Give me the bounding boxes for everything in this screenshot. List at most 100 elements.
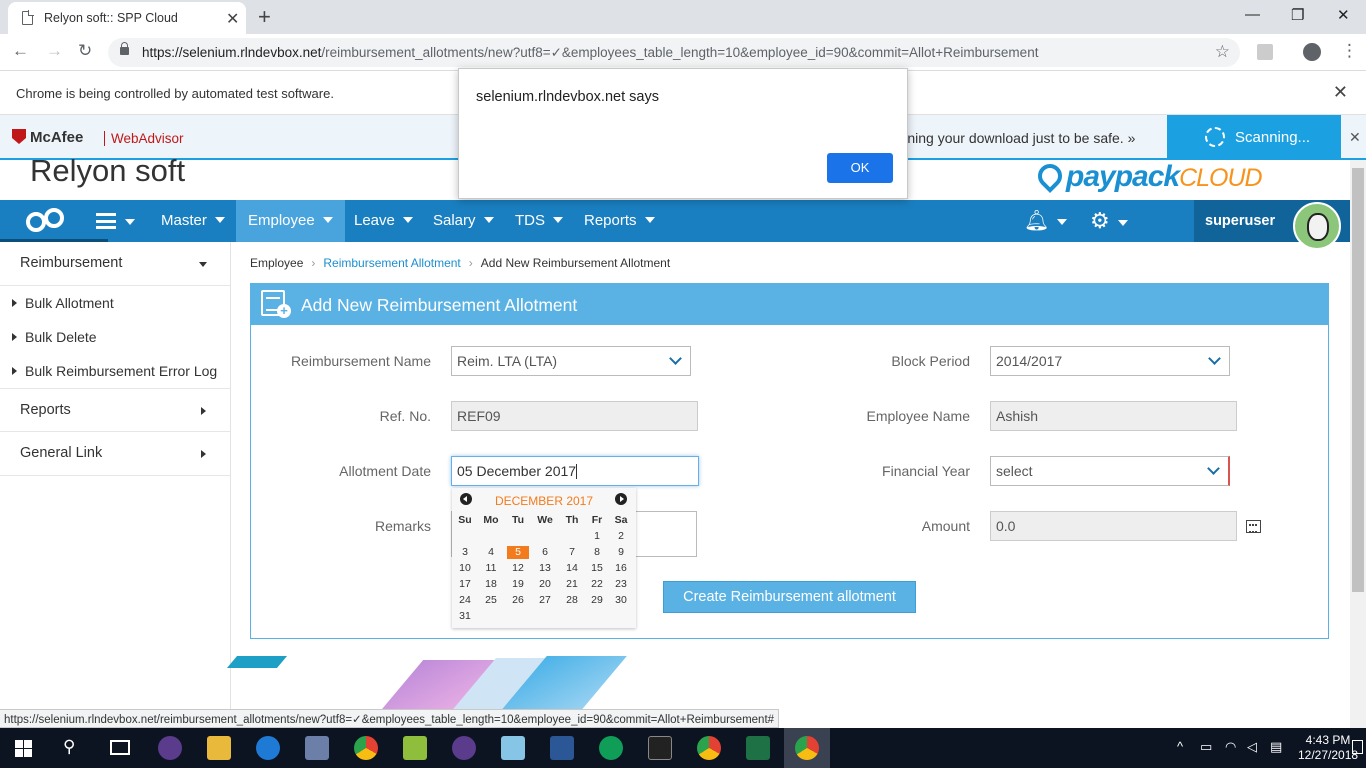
calculator-icon[interactable] (1246, 520, 1261, 533)
close-tab-icon[interactable]: ✕ (226, 9, 239, 29)
chrome-icon[interactable] (795, 736, 819, 760)
reload-icon[interactable]: ↻ (78, 41, 92, 61)
day-cell[interactable]: 1 (586, 530, 608, 543)
file-explorer-icon[interactable] (207, 736, 231, 760)
day-cell[interactable]: 16 (610, 562, 632, 575)
edge-icon[interactable] (256, 736, 280, 760)
page-scrollbar[interactable] (1350, 160, 1366, 728)
day-cell[interactable]: 30 (610, 594, 632, 607)
day-cell[interactable]: 20 (534, 578, 556, 591)
windows-start-icon[interactable] (15, 740, 32, 757)
financial-year-select[interactable]: select (990, 456, 1230, 486)
day-cell[interactable]: 23 (610, 578, 632, 591)
avatar[interactable] (1293, 202, 1341, 250)
day-cell[interactable]: 4 (480, 546, 502, 559)
minimize-icon[interactable]: — (1245, 6, 1260, 23)
day-cell[interactable]: 15 (586, 562, 608, 575)
day-cell[interactable]: 31 (454, 610, 476, 623)
notifications-bell-icon[interactable]: 🔔︎ (1018, 200, 1073, 242)
cmd-icon[interactable] (648, 736, 672, 760)
day-cell[interactable]: 8 (586, 546, 608, 559)
clock[interactable]: 4:43 PM 12/27/2018 (1298, 733, 1358, 763)
day-cell[interactable]: 18 (480, 578, 502, 591)
nav-tds[interactable]: TDS (509, 200, 569, 242)
sidebar-item-reports[interactable]: Reports (0, 388, 231, 432)
block-period-select[interactable]: 2014/2017 (990, 346, 1230, 376)
sidebar-item-general-link[interactable]: General Link (0, 432, 231, 476)
day-cell[interactable]: 21 (561, 578, 583, 591)
word-icon[interactable] (550, 736, 574, 760)
extension-icon[interactable] (1257, 44, 1273, 60)
window-close-icon[interactable]: ✕ (1337, 6, 1350, 24)
sidebar-item-bulk-allotment[interactable]: Bulk Allotment (12, 295, 114, 311)
forward-icon[interactable]: → (46, 41, 63, 61)
bookmark-star-icon[interactable]: ☆ (1215, 42, 1230, 62)
day-cell[interactable]: 22 (586, 578, 608, 591)
sidebar-item-bulk-delete[interactable]: Bulk Delete (12, 329, 97, 345)
create-reimbursement-allotment-button[interactable]: Create Reimbursement allotment (663, 581, 916, 613)
infobar-close-icon[interactable]: ✕ (1333, 82, 1348, 103)
next-month-icon[interactable] (615, 493, 627, 505)
eclipse-icon[interactable] (452, 736, 476, 760)
hamburger-menu-icon[interactable] (96, 213, 116, 229)
tray-chevron-up-icon[interactable]: ^ (1177, 739, 1183, 754)
day-cell[interactable]: 12 (507, 562, 529, 575)
hangouts-icon[interactable] (599, 736, 623, 760)
day-cell[interactable]: 2 (610, 530, 632, 543)
day-cell[interactable]: 28 (561, 594, 583, 607)
nav-reports[interactable]: Reports (578, 200, 661, 242)
settings-gear-icon[interactable]: ⚙ (1084, 200, 1134, 242)
battery-icon[interactable]: ▭ (1200, 739, 1212, 755)
day-cell[interactable]: 24 (454, 594, 476, 607)
notepad-plus-icon[interactable] (403, 736, 427, 760)
nav-employee[interactable]: Employee (236, 200, 345, 242)
menu-kebab-icon[interactable]: ⋮ (1341, 41, 1358, 61)
browser-tab[interactable]: Relyon soft:: SPP Cloud ✕ (8, 2, 246, 34)
new-tab-icon[interactable]: + (258, 4, 271, 30)
keyboard-icon[interactable]: ▤ (1270, 739, 1282, 755)
day-cell[interactable]: 5 (507, 546, 529, 559)
volume-icon[interactable]: ◁ (1247, 739, 1257, 755)
breadcrumb-reimbursement-allotment[interactable]: Reimbursement Allotment (323, 256, 460, 270)
day-cell[interactable]: 25 (480, 594, 502, 607)
day-cell[interactable]: 10 (454, 562, 476, 575)
day-cell[interactable]: 9 (610, 546, 632, 559)
allotment-date-field[interactable]: 05 December 2017 (451, 456, 699, 486)
day-cell[interactable]: 14 (561, 562, 583, 575)
task-view-icon[interactable] (110, 740, 130, 755)
reimbursement-name-select[interactable]: Reim. LTA (LTA) (451, 346, 691, 376)
nav-salary[interactable]: Salary (427, 200, 500, 242)
search-icon[interactable]: ⚲ (63, 737, 75, 757)
day-cell[interactable]: 19 (507, 578, 529, 591)
back-icon[interactable]: ← (12, 41, 29, 61)
app-logo-icon[interactable] (0, 200, 108, 242)
notifications-icon[interactable] (1352, 740, 1363, 754)
day-cell[interactable]: 29 (586, 594, 608, 607)
nav-master[interactable]: Master (155, 200, 231, 242)
chrome-icon[interactable] (354, 736, 378, 760)
profile-icon[interactable] (1303, 43, 1321, 61)
day-cell[interactable]: 7 (561, 546, 583, 559)
day-cell[interactable]: 26 (507, 594, 529, 607)
sidebar-item-reimbursement[interactable]: Reimbursement (0, 242, 231, 286)
wifi-icon[interactable]: ◠ (1225, 739, 1236, 755)
restore-icon[interactable]: ❐ (1291, 6, 1304, 24)
chrome-icon[interactable] (697, 736, 721, 760)
amount-field[interactable]: 0.0 (990, 511, 1237, 541)
employee-name-field[interactable]: Ashish (990, 401, 1237, 431)
day-cell[interactable]: 27 (534, 594, 556, 607)
eclipse-icon[interactable] (158, 736, 182, 760)
excel-icon[interactable] (746, 736, 770, 760)
app-icon[interactable] (501, 736, 525, 760)
scanning-button[interactable]: Scanning... (1167, 115, 1341, 160)
alert-ok-button[interactable]: OK (827, 153, 893, 183)
day-cell[interactable]: 11 (480, 562, 502, 575)
network-app-icon[interactable] (305, 736, 329, 760)
mcafee-close-icon[interactable]: ✕ (1349, 129, 1361, 146)
day-cell[interactable]: 6 (534, 546, 556, 559)
day-cell[interactable]: 3 (454, 546, 476, 559)
ref-no-field[interactable]: REF09 (451, 401, 698, 431)
nav-leave[interactable]: Leave (348, 200, 419, 242)
breadcrumb-employee[interactable]: Employee (250, 256, 303, 270)
scrollbar-thumb[interactable] (1352, 168, 1364, 592)
